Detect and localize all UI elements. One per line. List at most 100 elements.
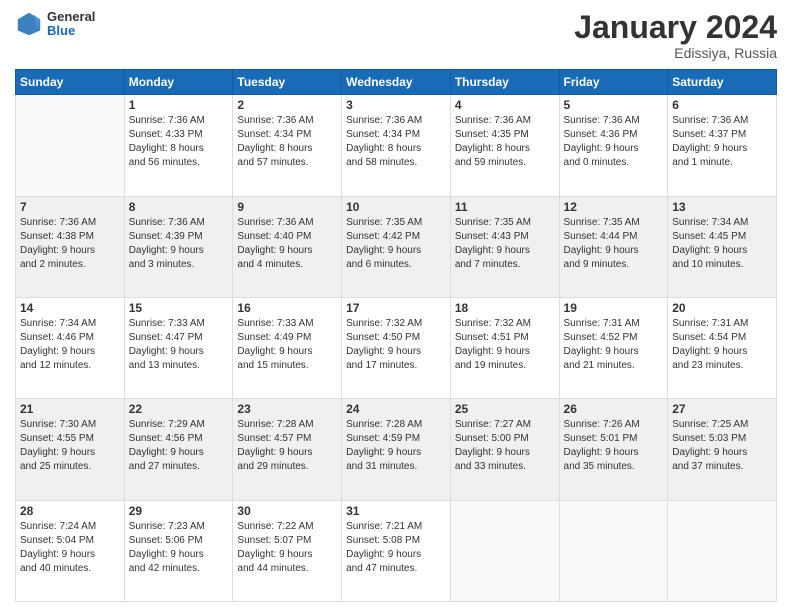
day-number: 15 [129, 301, 229, 315]
table-row: 20Sunrise: 7:31 AMSunset: 4:54 PMDayligh… [668, 297, 777, 398]
table-row: 29 Sunrise: 7:23 AMSunset: 5:06 PMDayligh… [124, 500, 233, 601]
day-info: Sunrise: 7:35 AMSunset: 4:43 PMDaylight:… [455, 216, 555, 272]
day-info: Sunrise: 7:35 AMSunset: 4:42 PMDaylight:… [346, 216, 446, 272]
day-number: 31 [346, 504, 446, 518]
day-number: 30 [237, 504, 337, 518]
calendar-week-row: 21Sunrise: 7:30 AMSunset: 4:55 PMDayligh… [16, 399, 777, 500]
table-row: 2Sunrise: 7:36 AMSunset: 4:34 PMDaylight… [233, 95, 342, 196]
day-number: 22 [129, 402, 229, 416]
header-sunday: Sunday [16, 70, 125, 95]
day-info: Sunrise: 7:36 AMSunset: 4:38 PMDaylight:… [20, 216, 120, 272]
day-number: 26 [564, 402, 664, 416]
day-info: Sunrise: 7:21 AMSunset: 5:08 PMDaylight:… [346, 520, 446, 576]
day-number: 3 [346, 98, 446, 112]
page: General Blue January 2024 Edissiya, Russ… [0, 0, 792, 612]
day-number: 25 [455, 402, 555, 416]
location: Edissiya, Russia [574, 45, 777, 61]
day-info: Sunrise: 7:28 AMSunset: 4:57 PMDaylight:… [237, 418, 337, 474]
table-row: 22 Sunrise: 7:29 AMSunset: 4:56 PMDayligh… [124, 399, 233, 500]
day-info: Sunrise: 7:32 AMSunset: 4:50 PMDaylight:… [346, 317, 446, 373]
table-row: 28 Sunrise: 7:24 AMSunset: 5:04 PMDayligh… [16, 500, 125, 601]
table-row: 4 Sunrise: 7:36 AMSunset: 4:35 PMDaylight… [450, 95, 559, 196]
day-number: 19 [564, 301, 664, 315]
day-number: 23 [237, 402, 337, 416]
day-info: Sunrise: 7:31 AMSunset: 4:54 PMDaylight:… [672, 317, 772, 373]
table-row: 24Sunrise: 7:28 AMSunset: 4:59 PMDayligh… [342, 399, 451, 500]
logo-blue-text: Blue [47, 24, 95, 38]
day-number: 16 [237, 301, 337, 315]
header-saturday: Saturday [668, 70, 777, 95]
day-info: Sunrise: 7:35 AMSunset: 4:44 PMDaylight:… [564, 216, 664, 272]
table-row: 10 Sunrise: 7:35 AMSunset: 4:42 PMDayligh… [342, 196, 451, 297]
table-row: 3 Sunrise: 7:36 AMSunset: 4:34 PMDaylight… [342, 95, 451, 196]
calendar-week-row: 14 Sunrise: 7:34 AMSunset: 4:46 PMDayligh… [16, 297, 777, 398]
table-row: 27Sunrise: 7:25 AMSunset: 5:03 PMDayligh… [668, 399, 777, 500]
table-row: 21Sunrise: 7:30 AMSunset: 4:55 PMDayligh… [16, 399, 125, 500]
day-number: 18 [455, 301, 555, 315]
day-info: Sunrise: 7:36 AMSunset: 4:34 PMDaylight:… [346, 114, 446, 170]
day-number: 8 [129, 200, 229, 214]
day-info: Sunrise: 7:26 AMSunset: 5:01 PMDaylight:… [564, 418, 664, 474]
table-row: 30 Sunrise: 7:22 AMSunset: 5:07 PMDayligh… [233, 500, 342, 601]
day-number: 4 [455, 98, 555, 112]
day-info: Sunrise: 7:24 AMSunset: 5:04 PMDaylight:… [20, 520, 120, 576]
header-monday: Monday [124, 70, 233, 95]
day-info: Sunrise: 7:36 AMSunset: 4:35 PMDaylight:… [455, 114, 555, 170]
header-friday: Friday [559, 70, 668, 95]
day-number: 12 [564, 200, 664, 214]
day-number: 14 [20, 301, 120, 315]
logo-general-text: General [47, 10, 95, 24]
day-number: 29 [129, 504, 229, 518]
table-row: 13 Sunrise: 7:34 AMSunset: 4:45 PMDayligh… [668, 196, 777, 297]
day-info: Sunrise: 7:36 AMSunset: 4:37 PMDaylight:… [672, 114, 772, 170]
day-info: Sunrise: 7:28 AMSunset: 4:59 PMDaylight:… [346, 418, 446, 474]
day-info: Sunrise: 7:31 AMSunset: 4:52 PMDaylight:… [564, 317, 664, 373]
day-info: Sunrise: 7:29 AMSunset: 4:56 PMDaylight:… [129, 418, 229, 474]
header-thursday: Thursday [450, 70, 559, 95]
day-number: 1 [129, 98, 229, 112]
calendar-week-row: 7Sunrise: 7:36 AMSunset: 4:38 PMDaylight… [16, 196, 777, 297]
table-row: 6 Sunrise: 7:36 AMSunset: 4:37 PMDaylight… [668, 95, 777, 196]
table-row: 11 Sunrise: 7:35 AMSunset: 4:43 PMDayligh… [450, 196, 559, 297]
table-row: 12 Sunrise: 7:35 AMSunset: 4:44 PMDayligh… [559, 196, 668, 297]
day-info: Sunrise: 7:33 AMSunset: 4:49 PMDaylight:… [237, 317, 337, 373]
header: General Blue January 2024 Edissiya, Russ… [15, 10, 777, 61]
day-number: 17 [346, 301, 446, 315]
day-info: Sunrise: 7:23 AMSunset: 5:06 PMDaylight:… [129, 520, 229, 576]
day-number: 13 [672, 200, 772, 214]
day-number: 9 [237, 200, 337, 214]
day-number: 10 [346, 200, 446, 214]
day-number: 11 [455, 200, 555, 214]
table-row: 31 Sunrise: 7:21 AMSunset: 5:08 PMDayligh… [342, 500, 451, 601]
logo: General Blue [15, 10, 95, 39]
calendar-table: Sunday Monday Tuesday Wednesday Thursday… [15, 69, 777, 602]
day-info: Sunrise: 7:34 AMSunset: 4:45 PMDaylight:… [672, 216, 772, 272]
table-row: 23 Sunrise: 7:28 AMSunset: 4:57 PMDayligh… [233, 399, 342, 500]
table-row: 18 Sunrise: 7:32 AMSunset: 4:51 PMDayligh… [450, 297, 559, 398]
day-number: 21 [20, 402, 120, 416]
table-row: 1 Sunrise: 7:36 AMSunset: 4:33 PMDaylight… [124, 95, 233, 196]
month-title: January 2024 [574, 10, 777, 45]
calendar-week-row: 1 Sunrise: 7:36 AMSunset: 4:33 PMDaylight… [16, 95, 777, 196]
table-row: 8 Sunrise: 7:36 AMSunset: 4:39 PMDaylight… [124, 196, 233, 297]
logo-icon [15, 10, 43, 38]
logo-text: General Blue [47, 10, 95, 39]
calendar-week-row: 28 Sunrise: 7:24 AMSunset: 5:04 PMDayligh… [16, 500, 777, 601]
table-row: 15Sunrise: 7:33 AMSunset: 4:47 PMDayligh… [124, 297, 233, 398]
day-info: Sunrise: 7:32 AMSunset: 4:51 PMDaylight:… [455, 317, 555, 373]
day-number: 27 [672, 402, 772, 416]
day-info: Sunrise: 7:22 AMSunset: 5:07 PMDaylight:… [237, 520, 337, 576]
day-number: 5 [564, 98, 664, 112]
day-info: Sunrise: 7:36 AMSunset: 4:33 PMDaylight:… [129, 114, 229, 170]
day-info: Sunrise: 7:36 AMSunset: 4:34 PMDaylight:… [237, 114, 337, 170]
table-row [450, 500, 559, 601]
day-number: 28 [20, 504, 120, 518]
day-info: Sunrise: 7:36 AMSunset: 4:39 PMDaylight:… [129, 216, 229, 272]
day-info: Sunrise: 7:27 AMSunset: 5:00 PMDaylight:… [455, 418, 555, 474]
table-row [16, 95, 125, 196]
day-info: Sunrise: 7:34 AMSunset: 4:46 PMDaylight:… [20, 317, 120, 373]
table-row: 7Sunrise: 7:36 AMSunset: 4:38 PMDaylight… [16, 196, 125, 297]
day-number: 6 [672, 98, 772, 112]
table-row: 5Sunrise: 7:36 AMSunset: 4:36 PMDaylight… [559, 95, 668, 196]
table-row: 17 Sunrise: 7:32 AMSunset: 4:50 PMDayligh… [342, 297, 451, 398]
